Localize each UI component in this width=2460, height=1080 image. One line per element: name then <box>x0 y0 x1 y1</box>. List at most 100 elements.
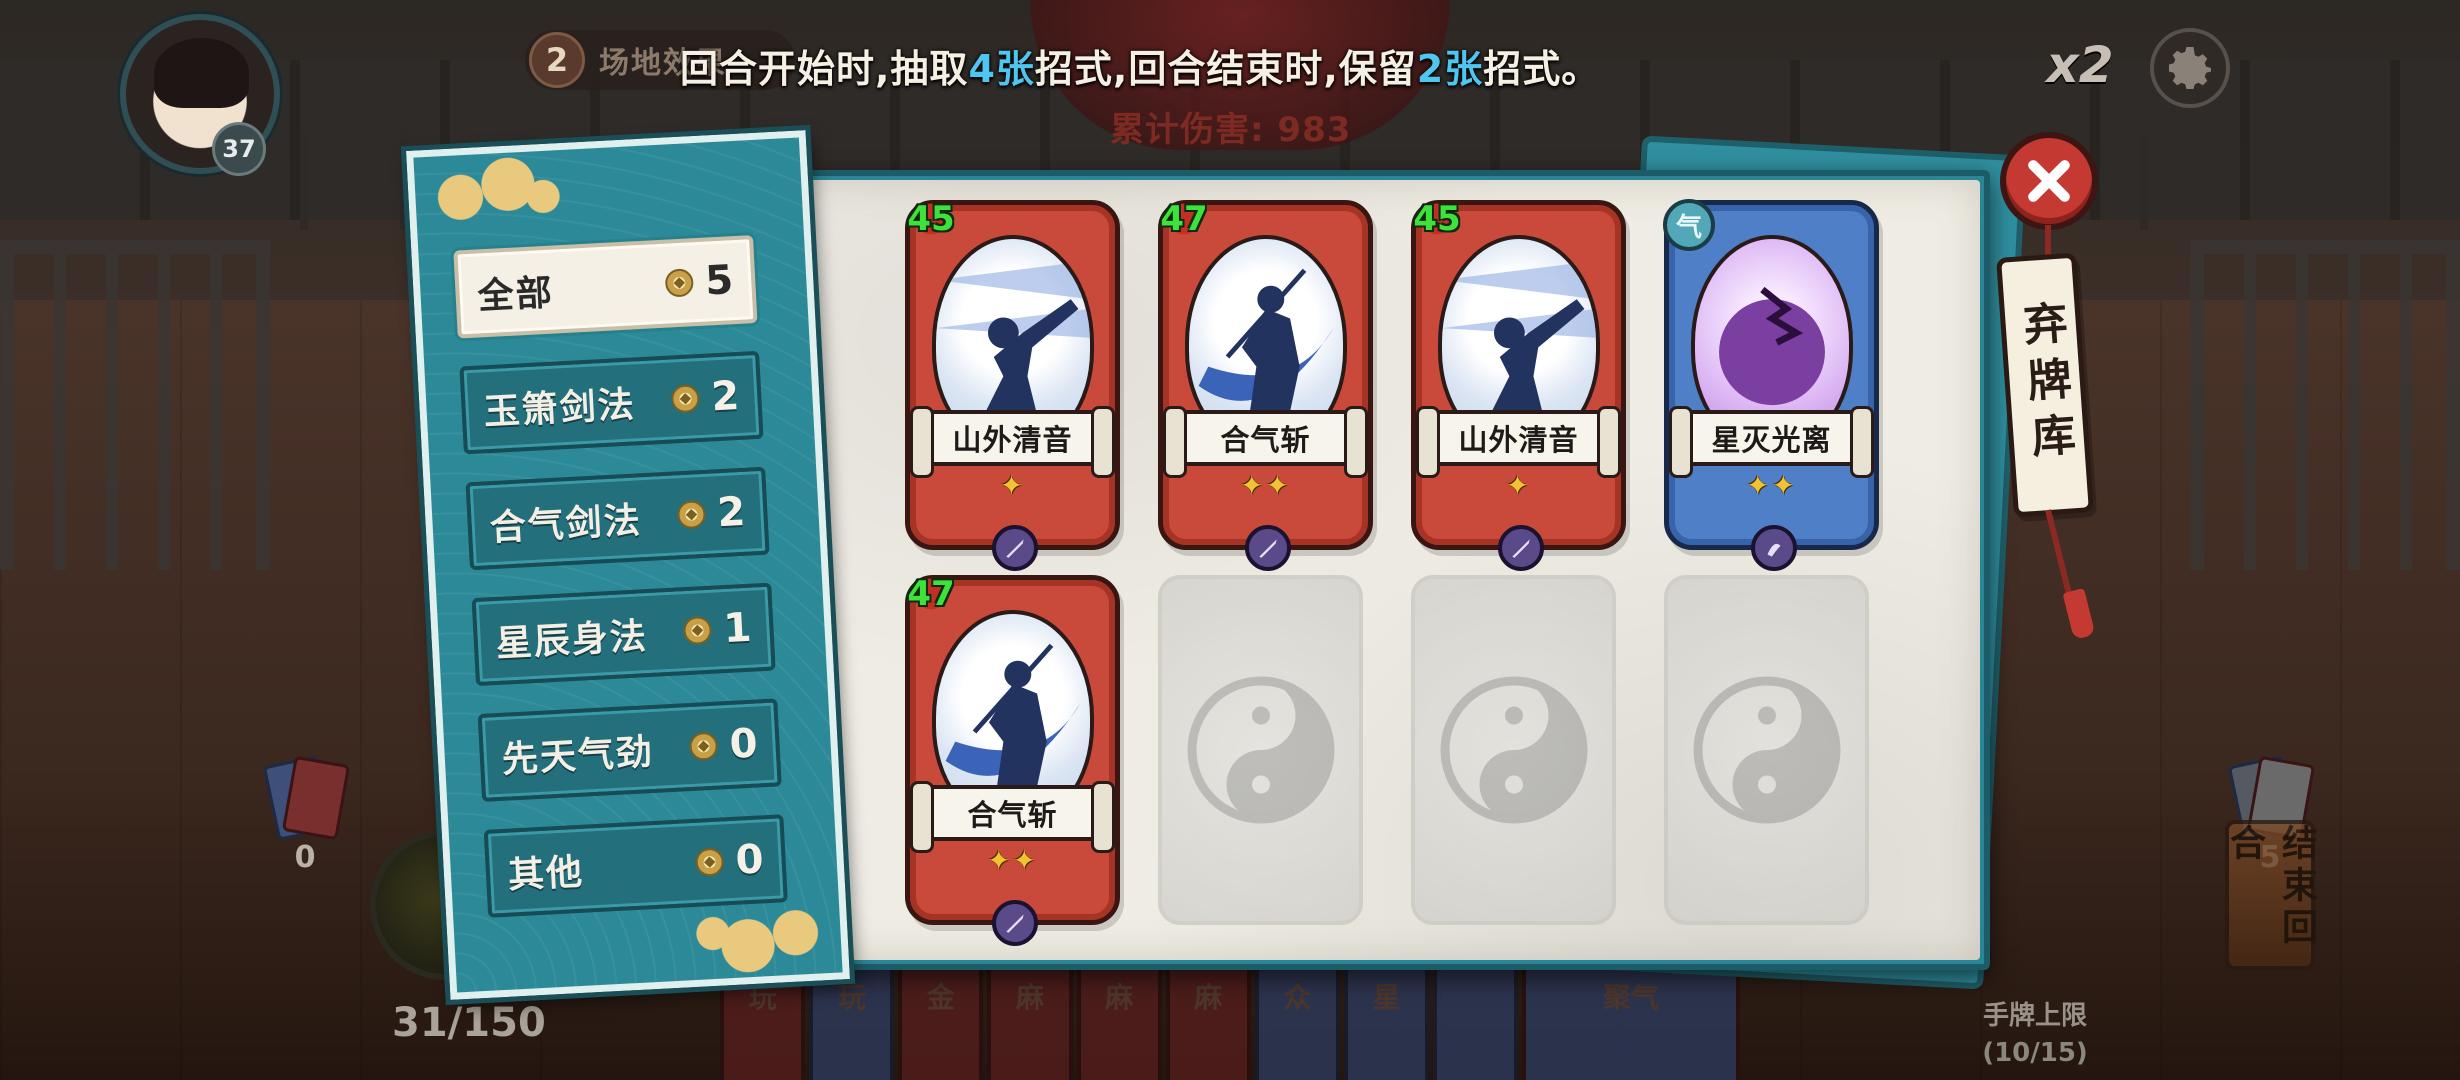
sword-type-icon <box>992 900 1038 946</box>
turn-rule-banner: 回合开始时,抽取4张招式,回合结束时,保留2张招式。 <box>680 38 1600 93</box>
draw-pile[interactable]: 0 <box>250 755 360 875</box>
hand-card[interactable]: 麻 <box>987 960 1073 1080</box>
skill-card[interactable]: 45 山外清音 ✦ <box>902 195 1120 571</box>
field-effect-number: 2 <box>529 32 585 88</box>
end-turn-button[interactable]: 结束回合 <box>2224 820 2317 970</box>
hp-text: 31/150 <box>392 1000 546 1046</box>
tab-count: 2 <box>710 372 741 421</box>
cloud-ornament-icon <box>689 902 843 981</box>
tab-label: 其他 <box>506 850 586 897</box>
tab-label: 先天气劲 <box>500 730 655 781</box>
tab-heqi-sword[interactable]: 合气剑法 2 <box>465 466 770 571</box>
card-cost: 47 <box>902 570 960 618</box>
close-button[interactable] <box>2000 132 2098 230</box>
sword-type-icon <box>992 525 1038 571</box>
yin-yang-icon <box>1187 676 1334 824</box>
tab-xingchen-movement[interactable]: 星辰身法 1 <box>471 582 776 687</box>
discard-tag-label: 弃牌库 <box>2014 299 2077 471</box>
hand-limit-indicator: 手牌上限 (10/15) <box>1945 995 2125 1068</box>
yin-yang-icon <box>1440 676 1587 824</box>
card-stars: ✦ <box>999 469 1026 502</box>
hand-card[interactable]: 众 <box>1254 960 1340 1080</box>
coin-icon <box>682 615 713 646</box>
empty-card-slot <box>1411 575 1616 925</box>
card-stars: ✦ <box>1505 469 1532 502</box>
hand-limit-value: (10/15) <box>1982 1038 2088 1068</box>
card-cost: 45 <box>902 195 960 243</box>
tab-count: 5 <box>704 257 735 305</box>
tab-yuxiao-sword[interactable]: 玉箫剑法 2 <box>459 350 764 455</box>
card-name: 山外清音 <box>1458 423 1579 457</box>
skill-card[interactable]: 气 星灭光离 ✦✦ <box>1663 199 1879 571</box>
card-name-scroll: 合气斩 <box>910 781 1115 853</box>
discard-card-grid: 45 山外清音 ✦ 47 合气斩 ✦✦ 45 山外清音 ✦ 气 星灭光离 ✦✦ … <box>902 195 1879 946</box>
category-tab-list: 全部 5 玉箫剑法 2 合气剑法 2 星辰身法 1 先天气劲 0 其他 0 <box>453 235 788 918</box>
cloud-ornament-icon <box>413 149 567 228</box>
hand-limit-label: 手牌上限 <box>1982 1001 2087 1031</box>
accumulated-damage-text: 累计伤害: 983 <box>1110 110 1352 150</box>
gear-icon <box>2169 47 2211 89</box>
sword-type-icon <box>1245 525 1291 571</box>
card-cost: 45 <box>1408 195 1466 243</box>
coin-icon <box>664 268 695 298</box>
card-name-scroll: 山外清音 <box>910 406 1115 478</box>
settings-button[interactable] <box>2150 28 2230 108</box>
coin-icon <box>694 847 725 877</box>
hand-card[interactable]: 麻 <box>1165 960 1251 1080</box>
tab-count: 2 <box>716 488 747 537</box>
card-stars: ✦✦ <box>1240 469 1291 502</box>
hand-card[interactable]: 麻 <box>1076 960 1162 1080</box>
card-stars: ✦✦ <box>987 844 1038 877</box>
hand-card[interactable]: 金 <box>898 960 984 1080</box>
rule-draw-count: 4张 <box>968 47 1035 91</box>
rule-text-part: 招式,回合结束时,保留 <box>1034 47 1417 91</box>
spear-decor <box>300 130 308 230</box>
category-tab-panel: 全部 5 玉箫剑法 2 合气剑法 2 星辰身法 1 先天气劲 0 其他 0 <box>400 124 856 1006</box>
tab-count: 0 <box>734 836 765 884</box>
hand-card[interactable]: 星 <box>1343 960 1430 1080</box>
card-name-scroll: 山外清音 <box>1416 406 1621 478</box>
rule-text-part: 回合开始时,抽取 <box>680 47 969 91</box>
card-name: 山外清音 <box>952 423 1073 457</box>
card-name-scroll: 星灭光离 <box>1669 406 1874 478</box>
skill-card[interactable]: 47 合气斩 ✦✦ <box>1155 195 1373 571</box>
card-name-scroll: 合气斩 <box>1163 406 1368 478</box>
hand-card[interactable]: 聚气 <box>1522 960 1740 1080</box>
hand-card[interactable] <box>1433 960 1519 1080</box>
coin-icon <box>670 384 701 414</box>
tab-xiantian-qi[interactable]: 先天气劲 0 <box>477 698 782 802</box>
rule-keep-count: 2张 <box>1416 47 1484 91</box>
coin-icon <box>676 499 707 530</box>
tab-label: 星辰身法 <box>494 615 649 665</box>
skill-card[interactable]: 47 合气斩 ✦✦ <box>902 570 1120 946</box>
tab-label: 全部 <box>476 271 555 318</box>
player-level-badge: 37 <box>212 122 266 176</box>
skill-card[interactable]: 45 山外清音 ✦ <box>1408 195 1626 571</box>
yin-yang-icon <box>1693 676 1840 824</box>
arena-railing-right <box>2190 240 2460 570</box>
arena-railing-left <box>0 240 270 570</box>
qi-badge: 气 <box>1663 199 1715 251</box>
empty-card-slot <box>1158 575 1363 925</box>
draw-pile-count: 0 <box>294 840 316 875</box>
tab-label: 玉箫剑法 <box>482 383 637 434</box>
card-name: 合气斩 <box>967 798 1058 832</box>
empty-card-slot <box>1664 575 1869 925</box>
spear-decor <box>2140 130 2148 230</box>
movement-type-icon <box>1751 525 1797 571</box>
close-icon <box>2028 160 2070 202</box>
card-name: 星灭光离 <box>1711 423 1832 457</box>
sword-type-icon <box>1498 525 1544 571</box>
deck-card-icon <box>281 755 351 841</box>
tab-label: 合气剑法 <box>488 499 643 550</box>
tab-all[interactable]: 全部 5 <box>453 235 758 339</box>
tab-count: 0 <box>728 720 759 768</box>
speed-toggle-button[interactable]: x2 <box>2035 30 2125 100</box>
coin-icon <box>688 731 719 762</box>
rule-text-part: 招式。 <box>1483 47 1601 91</box>
tab-other[interactable]: 其他 0 <box>483 814 788 918</box>
avatar-hair-icon <box>154 38 249 108</box>
hand-cards-row: 玩 玩 金 麻 麻 麻 众 星 聚气 <box>720 960 1740 1080</box>
card-cost: 47 <box>1155 195 1213 243</box>
tab-count: 1 <box>722 604 753 653</box>
